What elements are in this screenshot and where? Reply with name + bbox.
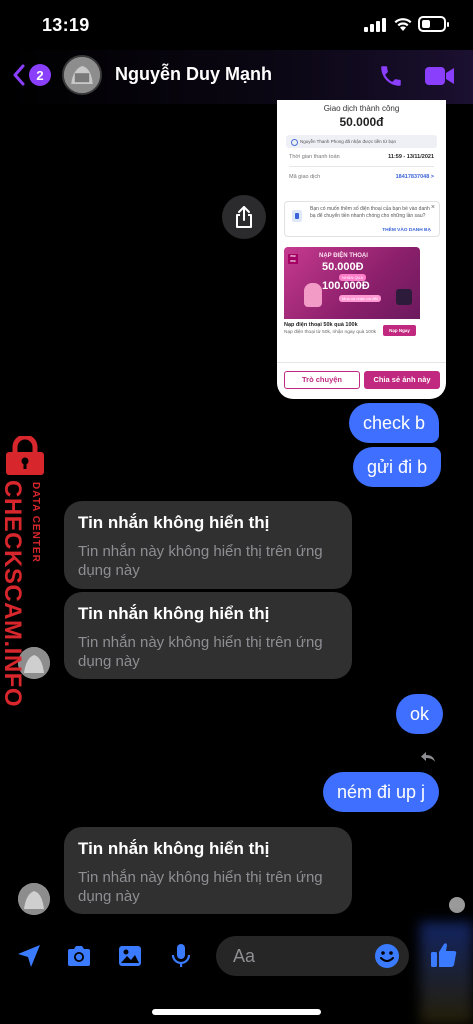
recipient-note: Nguyễn Thanh Phong đã nhận được tiền từ … [286,135,437,148]
status-bar: 13:19 [0,0,473,50]
emoji-icon[interactable] [374,943,400,969]
watermark-main-text: CHECKSCAM.INFO [0,480,26,707]
message-title: Tin nhắn không hiển thị [78,839,270,858]
add-contact-text: Bạn có muốn thêm số điện thoại của bạn b… [310,206,430,219]
wifi-icon [394,18,412,31]
contact-avatar[interactable] [62,55,102,95]
watermark-sub: DATA CENTER [27,482,41,592]
message-body: Tin nhắn này không hiển thị trên ứng dụn… [78,543,323,579]
message-out[interactable]: ok [396,694,444,734]
thumbs-up-icon[interactable] [429,940,459,970]
close-icon: × [430,204,435,211]
share-image-button: Chia sẻ ảnh này [364,371,440,389]
video-call-icon[interactable] [424,65,456,87]
message-in[interactable]: Tin nhắn không hiển thị Tin nhắn này khô… [64,827,352,914]
momo-logo: mo mo [288,254,298,264]
contact-name[interactable]: Nguyễn Duy Mạnh [115,64,272,85]
message-in[interactable]: Tin nhắn không hiển thị Tin nhắn này khô… [64,501,352,589]
message-out[interactable]: gửi đi b [353,447,442,487]
chevron-left-icon [13,64,25,86]
microphone-icon[interactable] [167,942,195,970]
promo-line2: 50.000Đ [322,261,364,273]
watermark-main: CHECKSCAM.INFO [0,480,26,707]
payment-time-value: 11:59 - 13/11/2021 [388,154,434,160]
battery-icon [418,16,449,32]
promo-title: Nạp điện thoại 50k quà 100k [284,322,358,328]
message-input[interactable]: Aa [216,936,409,976]
message-body: Tin nhắn này không hiển thị trên ứng dụn… [78,869,323,905]
promo-button: Nạp Ngay [383,325,416,336]
promo-line1: NẠP ĐIỆN THOẠI [319,253,368,259]
transaction-amount: 50.000đ [339,115,384,129]
promo-desc: Nạp điện thoại từ 50k, nhận ngay quà 100… [284,330,377,335]
message-out[interactable]: check b [349,403,440,443]
transaction-code-row: Mã giao dịch 18417837048 > [289,174,434,180]
seen-indicator-avatar [449,897,465,913]
home-indicator [152,1009,321,1015]
message-title: Tin nhắn không hiển thị [78,604,270,623]
back-button[interactable]: 2 [12,64,51,86]
promo-banner: mo mo NẠP ĐIỆN THOẠI 50.000Đ NHẬN QUÀ 10… [284,247,420,319]
chat-header: 2 Nguyễn Duy Mạnh [0,50,473,104]
camera-icon[interactable] [65,942,93,970]
chat-button: Trò chuyện [284,371,360,389]
lock-icon [6,436,44,475]
share-button[interactable] [222,195,266,239]
message-input-placeholder: Aa [233,946,256,966]
message-body: Tin nhắn này không hiển thị trên ứng dụn… [78,634,323,670]
image-actions: Trò chuyện Chia sẻ ảnh này [277,362,446,399]
mascot-illustration [304,283,322,307]
unread-count-badge: 2 [29,64,51,86]
message-title: Tin nhắn không hiển thị [78,513,270,532]
signal-icon [364,18,386,32]
payment-time-label: Thời gian thanh toán [289,154,340,160]
watermark-sub-text: DATA CENTER [30,482,41,563]
watermark: CHECKSCAM.INFO DATA CENTER [0,436,52,707]
promo-line5: Mua và nhận ưu đãi [339,295,381,302]
transaction-status: Giao dịch thành công [323,104,400,113]
phone-book-icon [292,210,302,222]
add-contact-card: Bạn có muốn thêm số điện thoại của bạn b… [284,201,440,237]
payment-time-row: Thời gian thanh toán 11:59 - 13/11/2021 [289,154,434,160]
phone-call-icon[interactable] [378,63,404,89]
transaction-code-label: Mã giao dịch [289,174,321,180]
location-arrow-icon[interactable] [15,942,43,970]
share-icon [236,206,252,228]
divider [289,166,434,167]
transaction-code-value: 18417837048 > [395,174,434,180]
reply-icon [421,752,435,762]
add-contact-link: THÊM VÀO DANH BẠ [382,228,431,233]
message-in[interactable]: Tin nhắn không hiển thị Tin nhắn này khô… [64,592,352,679]
status-time: 13:19 [42,15,90,35]
gift-illustration [396,289,412,305]
promo-line4: 100.000Đ [322,280,370,292]
message-out[interactable]: ném đi up j [323,772,440,812]
shared-screenshot-image[interactable]: Giao dịch thành công 50.000đ Nguyễn Than… [277,100,446,399]
sender-avatar[interactable] [18,883,50,915]
composer-bar: Aa [0,924,473,990]
gallery-icon[interactable] [116,942,144,970]
